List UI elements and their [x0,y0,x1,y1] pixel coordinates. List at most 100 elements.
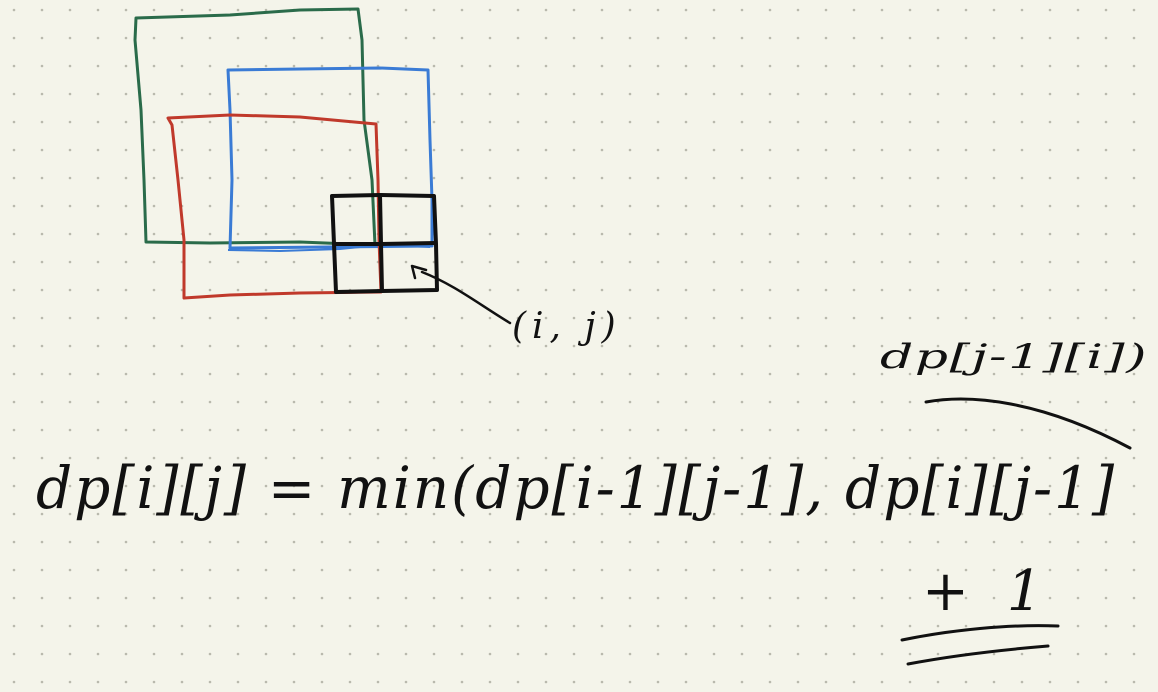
grid-dot [712,148,716,152]
grid-dot [880,568,884,572]
grid-dot [1048,176,1052,180]
grid-dot [852,176,856,180]
grid-dot [180,148,184,152]
grid-dot [852,232,856,236]
grid-dot [40,64,44,68]
grid-dot [1104,568,1108,572]
grid-dot [376,652,380,656]
grid-dot [600,8,604,12]
grid-dot [208,8,212,12]
grid-dot [824,120,828,124]
grid-dot [628,344,632,348]
grid-dot [1132,540,1136,544]
grid-dot [124,568,128,572]
grid-dot [12,8,16,12]
grid-dot [740,36,744,40]
grid-dot [264,260,268,264]
grid-dot [684,92,688,96]
grid-dot [768,288,772,292]
grid-dot [12,204,16,208]
grid-dot [712,260,716,264]
grid-dot [544,260,548,264]
grid-dot [460,344,464,348]
grid-dot [1048,64,1052,68]
grid-dot [180,428,184,432]
grid-dot [1132,204,1136,208]
grid-dot [68,92,72,96]
grid-dot [40,344,44,348]
grid-dot [768,176,772,180]
grid-dot [404,232,408,236]
grid-dot [1048,428,1052,432]
grid-dot [1076,8,1080,12]
grid-dot [544,596,548,600]
grid-dot [544,176,548,180]
grid-dot [768,596,772,600]
grid-dot [68,64,72,68]
grid-dot [796,288,800,292]
grid-dot [572,540,576,544]
grid-dot [964,316,968,320]
grid-dot [376,120,380,124]
grid-dot [544,148,548,152]
grid-dot [376,8,380,12]
grid-dot [236,148,240,152]
grid-dot [628,120,632,124]
grid-dot [768,652,772,656]
grid-dot [404,400,408,404]
grid-dot [516,372,520,376]
grid-dot [796,652,800,656]
grid-dot [460,316,464,320]
grid-dot [264,36,268,40]
grid-dot [1048,288,1052,292]
grid-dot [852,568,856,572]
grid-dot [236,540,240,544]
grid-dot [208,176,212,180]
grid-dot [656,288,660,292]
grid-dot [348,36,352,40]
grid-dot [12,232,16,236]
grid-dot [1076,652,1080,656]
grid-dot [516,36,520,40]
grid-dot [460,8,464,12]
grid-dot [96,148,100,152]
grid-dot [1076,288,1080,292]
grid-dot [628,92,632,96]
grid-dot [684,232,688,236]
grid-dot [516,288,520,292]
grid-dot [768,36,772,40]
grid-dot [96,540,100,544]
grid-dot [572,176,576,180]
grid-dot [488,260,492,264]
grid-dot [880,148,884,152]
grid-dot [208,120,212,124]
grid-dot [1020,176,1024,180]
grid-dot [68,428,72,432]
grid-dot [628,540,632,544]
grid-dot [600,568,604,572]
grid-dot [320,596,324,600]
grid-dot [1132,36,1136,40]
grid-dot [1104,652,1108,656]
grid-dot [124,176,128,180]
grid-dot [740,288,744,292]
grid-dot [488,64,492,68]
grid-dot [404,8,408,12]
grid-dot [376,400,380,404]
grid-dot [96,344,100,348]
grid-dot [656,316,660,320]
grid-dot [320,372,324,376]
grid-dot [992,64,996,68]
grid-dot [208,372,212,376]
whiteboard-canvas: (i, j) dp[j-1][i]) dp[i][j] = min(dp[i-1… [12,7,1147,684]
grid-dot [12,680,16,684]
grid-dot [208,680,212,684]
grid-dot [908,64,912,68]
grid-dot [880,64,884,68]
grid-dot [600,540,604,544]
grid-dot [768,372,772,376]
grid-dot [40,316,44,320]
grid-dot [12,624,16,628]
grid-dot [740,316,744,320]
grid-dot [376,540,380,544]
